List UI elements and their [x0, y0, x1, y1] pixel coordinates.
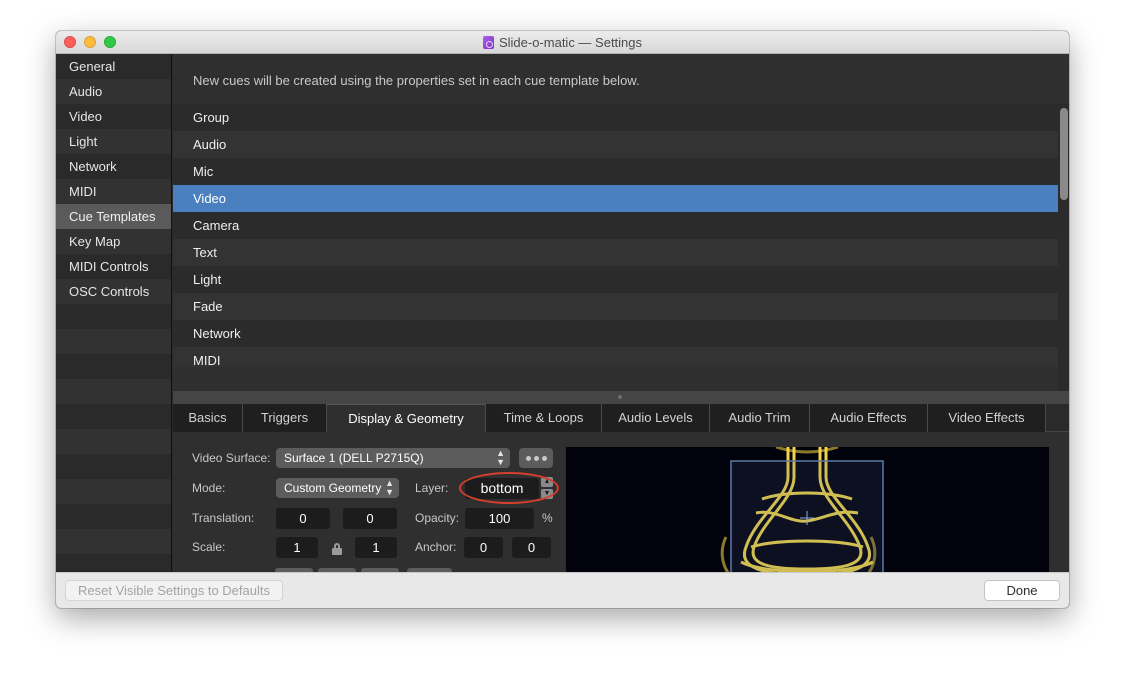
opacity-field[interactable]: 100 [465, 508, 534, 529]
translation-label: Translation: [192, 511, 255, 525]
cue-template-text[interactable]: Text [173, 239, 1058, 266]
settings-sidebar: General Audio Video Light Network MIDI C… [56, 54, 172, 579]
scale-label: Scale: [192, 540, 226, 554]
window-title-text: Slide-o-matic — Settings [498, 34, 643, 50]
template-tabs: Basics Triggers Display & Geometry Time … [173, 404, 1069, 432]
highlight-annotation-ring [459, 472, 559, 504]
intro-text: New cues will be created using the prope… [193, 73, 640, 88]
sidebar-empty-row [56, 429, 171, 454]
sidebar-item-video[interactable]: Video [56, 104, 171, 129]
window-controls [64, 36, 116, 48]
opacity-unit: % [542, 511, 553, 525]
title-bar: Slide-o-matic — Settings [56, 31, 1069, 54]
popup-arrows-icon: ▲ ▼ [496, 448, 505, 467]
sidebar-item-osc-controls[interactable]: OSC Controls [56, 279, 171, 304]
anchor-x-field[interactable]: 0 [464, 537, 503, 558]
sidebar-item-midi[interactable]: MIDI [56, 179, 171, 204]
anchor-y-field[interactable]: 0 [512, 537, 551, 558]
sidebar-empty-row [56, 479, 171, 504]
sidebar-item-light[interactable]: Light [56, 129, 171, 154]
opacity-label: Opacity: [415, 511, 460, 525]
surface-options-button[interactable] [519, 448, 553, 468]
tab-time-loops[interactable]: Time & Loops [486, 404, 602, 432]
tab-basics[interactable]: Basics [173, 404, 243, 432]
tab-audio-effects[interactable]: Audio Effects [810, 404, 928, 432]
settings-window: Slide-o-matic — Settings General Audio V… [56, 31, 1069, 608]
split-view-divider[interactable] [173, 391, 1069, 404]
cue-template-video[interactable]: Video [173, 185, 1058, 212]
sidebar-item-audio[interactable]: Audio [56, 79, 171, 104]
tab-triggers[interactable]: Triggers [243, 404, 327, 432]
cue-template-audio[interactable]: Audio [173, 131, 1058, 158]
app-icon [482, 35, 494, 49]
preview-artwork [720, 447, 884, 589]
anchor-label: Anchor: [415, 540, 457, 554]
translation-y-field[interactable]: 0 [343, 508, 397, 529]
video-surface-value: Surface 1 (DELL P2715Q) [284, 451, 424, 465]
reset-visible-settings-button[interactable]: Reset Visible Settings to Defaults [65, 580, 283, 601]
mode-label: Mode: [192, 481, 226, 495]
cue-template-light[interactable]: Light [173, 266, 1058, 293]
mode-value: Custom Geometry [284, 481, 382, 495]
sidebar-item-general[interactable]: General [56, 54, 171, 79]
cue-list-scrollbar[interactable] [1058, 104, 1069, 391]
popup-arrows-icon: ▲ ▼ [385, 478, 394, 497]
cue-template-mic[interactable]: Mic [173, 158, 1058, 185]
tab-display-geometry[interactable]: Display & Geometry [327, 404, 486, 432]
done-button[interactable]: Done [984, 580, 1060, 601]
ellipsis-dot-icon [525, 455, 531, 461]
tab-video-effects[interactable]: Video Effects [928, 404, 1046, 432]
sidebar-empty-row [56, 304, 171, 329]
sidebar-empty-row [56, 379, 171, 404]
video-surface-label: Video Surface: [192, 451, 271, 465]
sidebar-item-key-map[interactable]: Key Map [56, 229, 171, 254]
settings-footer: Reset Visible Settings to Defaults Done [56, 572, 1069, 608]
cue-template-list: Group Audio Mic Video Camera Text Light … [173, 104, 1058, 391]
sidebar-empty-row [56, 354, 171, 379]
close-window-button[interactable] [64, 36, 76, 48]
sidebar-item-cue-templates[interactable]: Cue Templates [56, 204, 171, 229]
window-title: Slide-o-matic — Settings [482, 34, 643, 50]
tab-audio-levels[interactable]: Audio Levels [602, 404, 710, 432]
mode-popup[interactable]: Custom Geometry ▲ ▼ [276, 478, 399, 498]
zoom-window-button[interactable] [104, 36, 116, 48]
cue-template-fade[interactable]: Fade [173, 293, 1058, 320]
translation-x-field[interactable]: 0 [276, 508, 330, 529]
cue-template-midi[interactable]: MIDI [173, 347, 1058, 368]
sidebar-empty-row [56, 404, 171, 429]
video-surface-popup[interactable]: Surface 1 (DELL P2715Q) ▲ ▼ [276, 448, 510, 468]
sidebar-item-network[interactable]: Network [56, 154, 171, 179]
cue-list-scroll-thumb[interactable] [1060, 108, 1068, 200]
scale-x-field[interactable]: 1 [276, 537, 318, 558]
layer-label: Layer: [415, 481, 449, 495]
tab-audio-trim[interactable]: Audio Trim [710, 404, 810, 432]
sidebar-empty-row [56, 504, 171, 529]
cue-template-camera[interactable]: Camera [173, 212, 1058, 239]
cue-template-group[interactable]: Group [173, 104, 1058, 131]
cue-template-network[interactable]: Network [173, 320, 1058, 347]
divider-grip-icon [618, 395, 622, 399]
sidebar-empty-row [56, 529, 171, 554]
sidebar-empty-row [56, 454, 171, 479]
display-geometry-panel: Video Surface: Surface 1 (DELL P2715Q) ▲… [173, 432, 1069, 589]
ellipsis-dot-icon [541, 455, 547, 461]
lock-aspect-icon[interactable] [332, 543, 342, 555]
minimize-window-button[interactable] [84, 36, 96, 48]
sidebar-empty-row [56, 329, 171, 354]
tab-bar-filler [1046, 404, 1069, 431]
geometry-preview[interactable] [566, 447, 1049, 589]
sidebar-item-midi-controls[interactable]: MIDI Controls [56, 254, 171, 279]
cue-templates-pane: New cues will be created using the prope… [173, 54, 1069, 589]
scale-y-field[interactable]: 1 [355, 537, 397, 558]
ellipsis-dot-icon [533, 455, 539, 461]
